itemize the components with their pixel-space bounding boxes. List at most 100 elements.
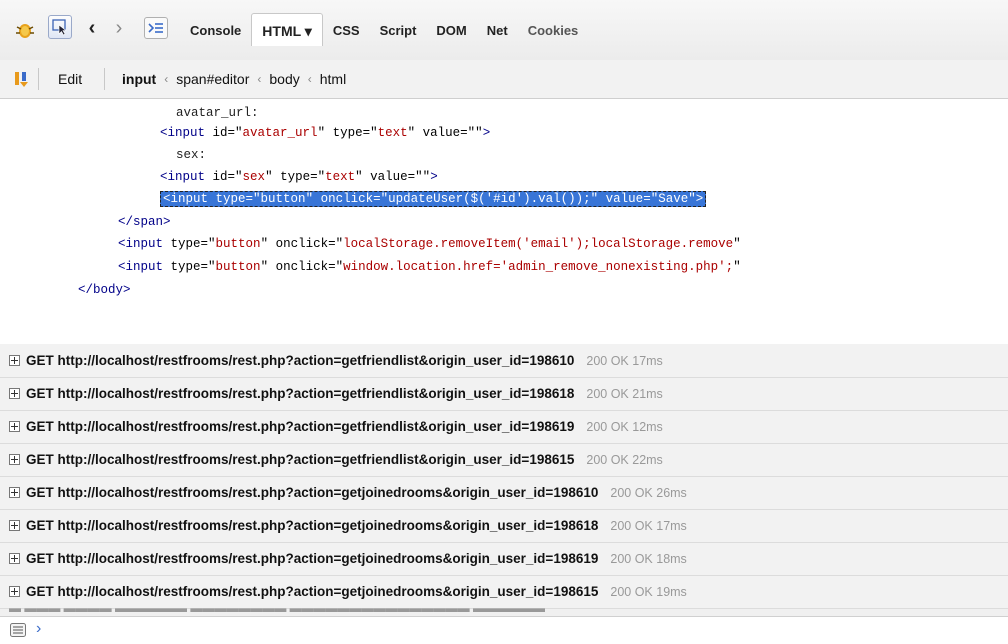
request-status: 200 OK 17ms <box>610 518 687 533</box>
html-attribute-value: updateUser($('#id').val()); <box>388 192 591 206</box>
html-attribute-name: type <box>170 237 201 251</box>
html-attribute-value: button <box>215 237 261 251</box>
html-node-line[interactable]: avatar_url: <box>176 103 259 123</box>
request-status: 200 OK 19ms <box>610 584 687 599</box>
html-source-panel: avatar_url: <input id="avatar_url" type="… <box>0 99 1008 344</box>
network-request-row[interactable]: GET http://localhost/restfrooms/rest.php… <box>0 575 1008 609</box>
tab-css[interactable]: CSS <box>323 14 370 44</box>
tab-cookies[interactable]: Cookies <box>518 14 589 44</box>
expand-plus-icon[interactable] <box>9 487 20 498</box>
request-url[interactable]: GET http://localhost/restfrooms/rest.php… <box>26 485 598 500</box>
breadcrumb-item-body[interactable]: body <box>269 60 299 98</box>
request-url[interactable]: GET http://localhost/restfrooms/rest.php… <box>26 386 574 401</box>
tab-console[interactable]: Console <box>180 14 251 44</box>
break-on-mutate-icon[interactable] <box>12 70 30 88</box>
expand-plus-icon[interactable] <box>9 355 20 366</box>
network-request-row[interactable]: GET http://localhost/restfrooms/rest.php… <box>0 344 1008 378</box>
html-attribute-name: onclick <box>275 237 329 251</box>
network-request-row[interactable]: GET http://localhost/restfrooms/rest.php… <box>0 410 1008 444</box>
request-url[interactable]: GET http://localhost/restfrooms/rest.php… <box>26 584 598 599</box>
html-attribute-value: button <box>260 192 306 206</box>
html-tag-open: <input <box>118 237 171 251</box>
html-attribute-value: localStorage.removeItem('email');localSt… <box>343 237 734 251</box>
html-node-line[interactable]: <input type="button" onclick="window.loc… <box>118 257 741 277</box>
breadcrumb-item-span-editor[interactable]: span#editor <box>176 60 249 98</box>
console-menu-icon[interactable] <box>10 623 26 637</box>
network-request-row[interactable]: GET http://localhost/restfrooms/rest.php… <box>0 542 1008 576</box>
request-status: 200 OK 22ms <box>586 452 663 467</box>
firebug-toolbar: ‹ › Console HTML ▾ CSS Script DOM Net Co… <box>0 0 1008 61</box>
html-node-line[interactable]: </span> <box>118 212 171 232</box>
request-url[interactable]: GET http://localhost/restfrooms/rest.php… <box>26 452 574 467</box>
expand-plus-icon[interactable] <box>9 388 20 399</box>
html-breadcrumb-bar: Edit input ‹ span#editor ‹ body ‹ html <box>0 60 1008 99</box>
network-request-row[interactable]: GET http://localhost/restfrooms/rest.php… <box>0 509 1008 543</box>
html-node-line[interactable]: sex: <box>176 145 206 165</box>
partially-visible-row: ▬ ▬▬▬ ▬▬▬▬ ▬▬▬▬▬▬ ▬▬▬▬▬▬▬▬ ▬▬▬▬▬▬▬▬▬▬▬▬▬… <box>9 608 546 615</box>
html-attribute-name: type <box>215 192 246 206</box>
breadcrumb-separator-icon: ‹ <box>164 72 169 86</box>
html-attribute-value: Save <box>658 192 689 206</box>
request-status: 200 OK 26ms <box>610 485 687 500</box>
expand-plus-icon[interactable] <box>9 553 20 564</box>
request-status: 200 OK 12ms <box>586 419 663 434</box>
inspect-element-icon[interactable] <box>48 15 72 39</box>
tab-dom[interactable]: DOM <box>426 14 476 44</box>
html-attribute-name: type <box>332 126 363 140</box>
firebug-icon[interactable] <box>14 19 36 41</box>
html-attribute-name: value <box>605 192 644 206</box>
html-attribute-name: type <box>170 260 201 274</box>
network-request-row[interactable]: GET http://localhost/restfrooms/rest.php… <box>0 443 1008 477</box>
toolbar-divider <box>38 68 39 90</box>
html-attribute-value: text <box>377 126 408 140</box>
expand-plus-icon[interactable] <box>9 586 20 597</box>
expand-plus-icon[interactable] <box>9 520 20 531</box>
command-line-bar: › <box>0 616 1008 644</box>
html-attribute-name: value <box>422 126 461 140</box>
network-request-row[interactable]: GET http://localhost/restfrooms/rest.php… <box>0 377 1008 411</box>
request-url[interactable]: GET http://localhost/restfrooms/rest.php… <box>26 353 574 368</box>
breadcrumb-separator-icon: ‹ <box>307 72 312 86</box>
selected-html-node[interactable]: <input type="button" onclick="updateUser… <box>160 189 707 209</box>
html-attribute-value: text <box>325 170 356 184</box>
breadcrumb-item-input[interactable]: input <box>122 60 156 98</box>
html-node-line[interactable]: <input id="avatar_url" type="text" value… <box>160 123 490 143</box>
request-url[interactable]: GET http://localhost/restfrooms/rest.php… <box>26 551 598 566</box>
html-attribute-value: sex <box>242 170 266 184</box>
html-tag-close: > <box>430 170 438 184</box>
forward-arrow-icon[interactable]: › <box>108 17 130 39</box>
html-tag-close: > <box>695 192 704 206</box>
request-status: 200 OK 17ms <box>586 353 663 368</box>
command-prompt-icon[interactable]: › <box>36 620 41 638</box>
html-attribute-value: button <box>215 260 261 274</box>
html-attribute-name: value <box>370 170 408 184</box>
html-node-line[interactable]: <input id="sex" type="text" value=""> <box>160 167 438 187</box>
command-line-toggle-icon[interactable] <box>144 17 168 39</box>
tab-html[interactable]: HTML ▾ <box>251 13 323 46</box>
tab-script[interactable]: Script <box>370 14 427 44</box>
expand-plus-icon[interactable] <box>9 421 20 432</box>
html-attribute-name: id <box>212 170 228 184</box>
toolbar-divider <box>104 68 105 90</box>
html-attribute-value: window.location.href='admin_remove_nonex… <box>343 260 734 274</box>
html-attribute-name: onclick <box>275 260 329 274</box>
html-attribute-name: id <box>212 126 228 140</box>
request-url[interactable]: GET http://localhost/restfrooms/rest.php… <box>26 419 574 434</box>
html-closing-tag: </span> <box>118 215 171 229</box>
html-node-line[interactable]: </body> <box>78 280 131 300</box>
html-tag-open: <input <box>163 192 216 206</box>
edit-button[interactable]: Edit <box>46 60 94 98</box>
back-arrow-icon[interactable]: ‹ <box>81 17 103 39</box>
network-request-row[interactable]: GET http://localhost/restfrooms/rest.php… <box>0 476 1008 510</box>
request-url[interactable]: GET http://localhost/restfrooms/rest.php… <box>26 518 598 533</box>
expand-plus-icon[interactable] <box>9 454 20 465</box>
html-node-line[interactable]: <input type="button" onclick="localStora… <box>118 234 741 254</box>
html-tag-close: > <box>482 126 491 140</box>
breadcrumb: input ‹ span#editor ‹ body ‹ html <box>122 60 346 98</box>
console-network-log: GET http://localhost/restfrooms/rest.php… <box>0 344 1008 616</box>
html-tag-open: <input <box>118 260 171 274</box>
breadcrumb-item-html[interactable]: html <box>320 60 346 98</box>
request-status: 200 OK 18ms <box>610 551 687 566</box>
tab-net[interactable]: Net <box>477 14 518 44</box>
panel-tabs: Console HTML ▾ CSS Script DOM Net Cookie… <box>180 13 589 46</box>
